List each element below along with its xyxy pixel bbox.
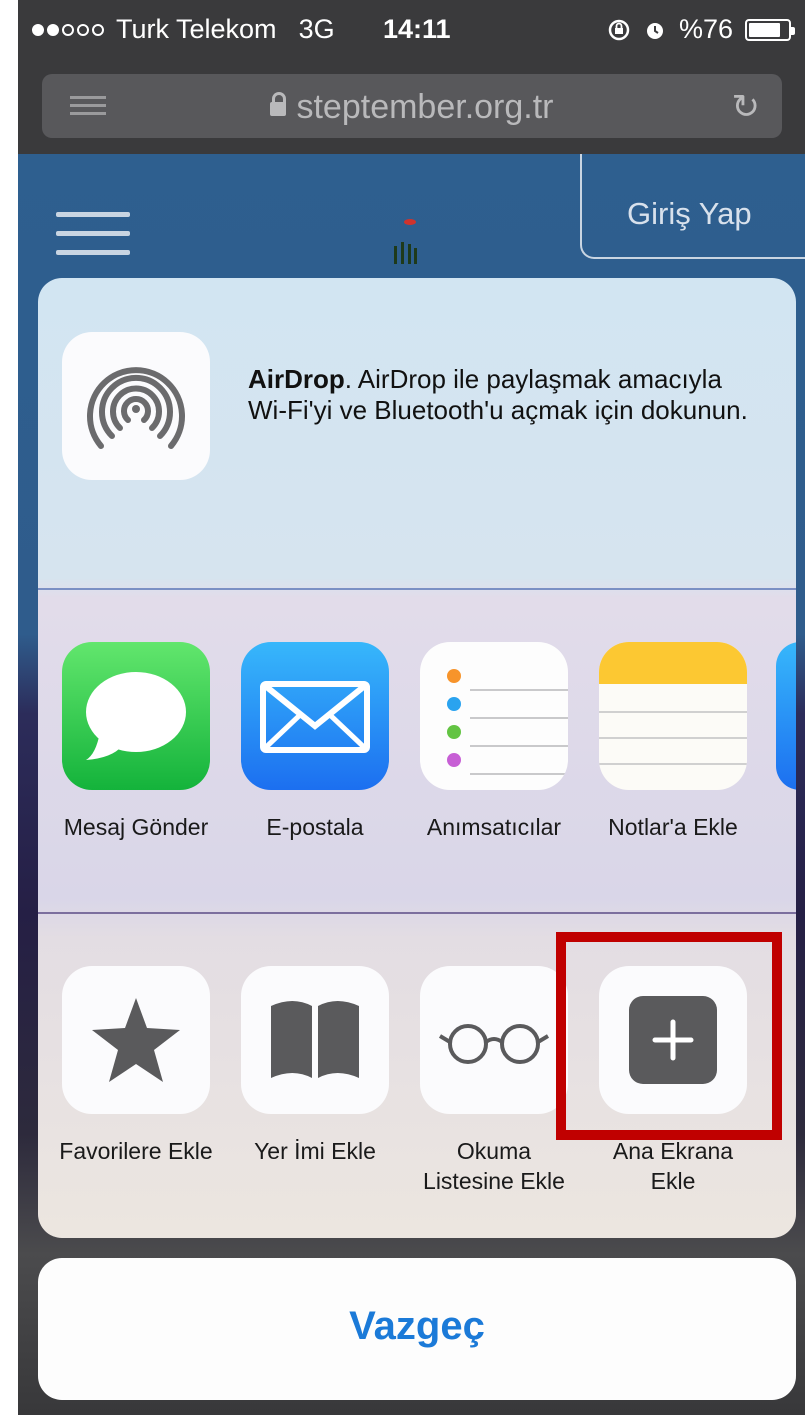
network-type: 3G (298, 14, 335, 44)
login-button[interactable]: Giriş Yap (580, 154, 805, 259)
site-logo (394, 219, 417, 264)
lock-icon (270, 92, 287, 116)
alarm-icon (646, 22, 663, 39)
status-bar: Turk Telekom 3G 14:11 %76 (18, 0, 805, 62)
menu-icon[interactable] (56, 212, 130, 269)
airdrop-title: AirDrop (248, 364, 345, 394)
signal-icon (32, 23, 104, 36)
share-app-label: Mesaj Gönder (63, 814, 209, 840)
status-right: %76 (607, 14, 795, 45)
notes-icon[interactable] (599, 642, 747, 790)
airdrop-section[interactable]: AirDrop. AirDrop ile paylaşmak amacıyla … (38, 278, 796, 590)
action-add-favorites[interactable]: Favorilere Ekle (52, 966, 220, 1166)
share-app-reminders[interactable]: Anımsatıcılar (410, 642, 578, 842)
carrier-name: Turk Telekom (116, 14, 277, 44)
highlight-box (556, 932, 782, 1140)
action-label: Yer İmi Ekle (254, 1138, 376, 1164)
status-left: Turk Telekom 3G (32, 14, 335, 45)
battery-icon (745, 18, 795, 41)
mail-icon[interactable] (241, 642, 389, 790)
battery-percent: %76 (678, 14, 733, 44)
more-app-icon[interactable] (776, 642, 796, 790)
share-app-mail[interactable]: E-postala (231, 642, 399, 842)
messages-icon[interactable] (62, 642, 210, 790)
url-text: steptember.org.tr (296, 88, 554, 126)
cancel-button[interactable]: Vazgeç (38, 1258, 796, 1400)
share-app-notes[interactable]: Notlar'a Ekle (589, 642, 757, 842)
share-app-messages[interactable]: Mesaj Gönder (52, 642, 220, 842)
address-bar[interactable]: steptember.org.tr ↻ (42, 74, 782, 138)
airdrop-description: AirDrop. AirDrop ile paylaşmak amacıyla … (248, 364, 768, 426)
reload-icon[interactable]: ↻ (732, 87, 761, 127)
airdrop-icon[interactable] (62, 332, 210, 480)
glasses-icon[interactable] (420, 966, 568, 1114)
browser-toolbar: steptember.org.tr ↻ (18, 62, 805, 154)
share-apps-row: Mesaj Gönder E-postala Anımsatıcılar Not… (38, 590, 796, 914)
action-label: Ana Ekrana Ekle (612, 1138, 734, 1194)
reminders-icon[interactable] (420, 642, 568, 790)
share-app-label: Notlar'a Ekle (608, 814, 738, 840)
bookmark-icon[interactable] (241, 966, 389, 1114)
share-app-label: E-postala (266, 814, 364, 840)
star-icon[interactable] (62, 966, 210, 1114)
action-add-reading-list[interactable]: Okuma Listesine Ekle (410, 966, 578, 1196)
share-app-label: Anımsatıcılar (426, 814, 562, 840)
rotation-lock-icon (608, 19, 630, 40)
action-add-bookmark[interactable]: Yer İmi Ekle (231, 966, 399, 1166)
clock: 14:11 (383, 14, 451, 44)
action-label: Okuma Listesine Ekle (423, 1138, 565, 1194)
url-display[interactable]: steptember.org.tr (42, 88, 782, 127)
action-label: Favorilere Ekle (59, 1138, 213, 1164)
phone-screen: Turk Telekom 3G 14:11 %76 steptember.org… (18, 0, 805, 1415)
